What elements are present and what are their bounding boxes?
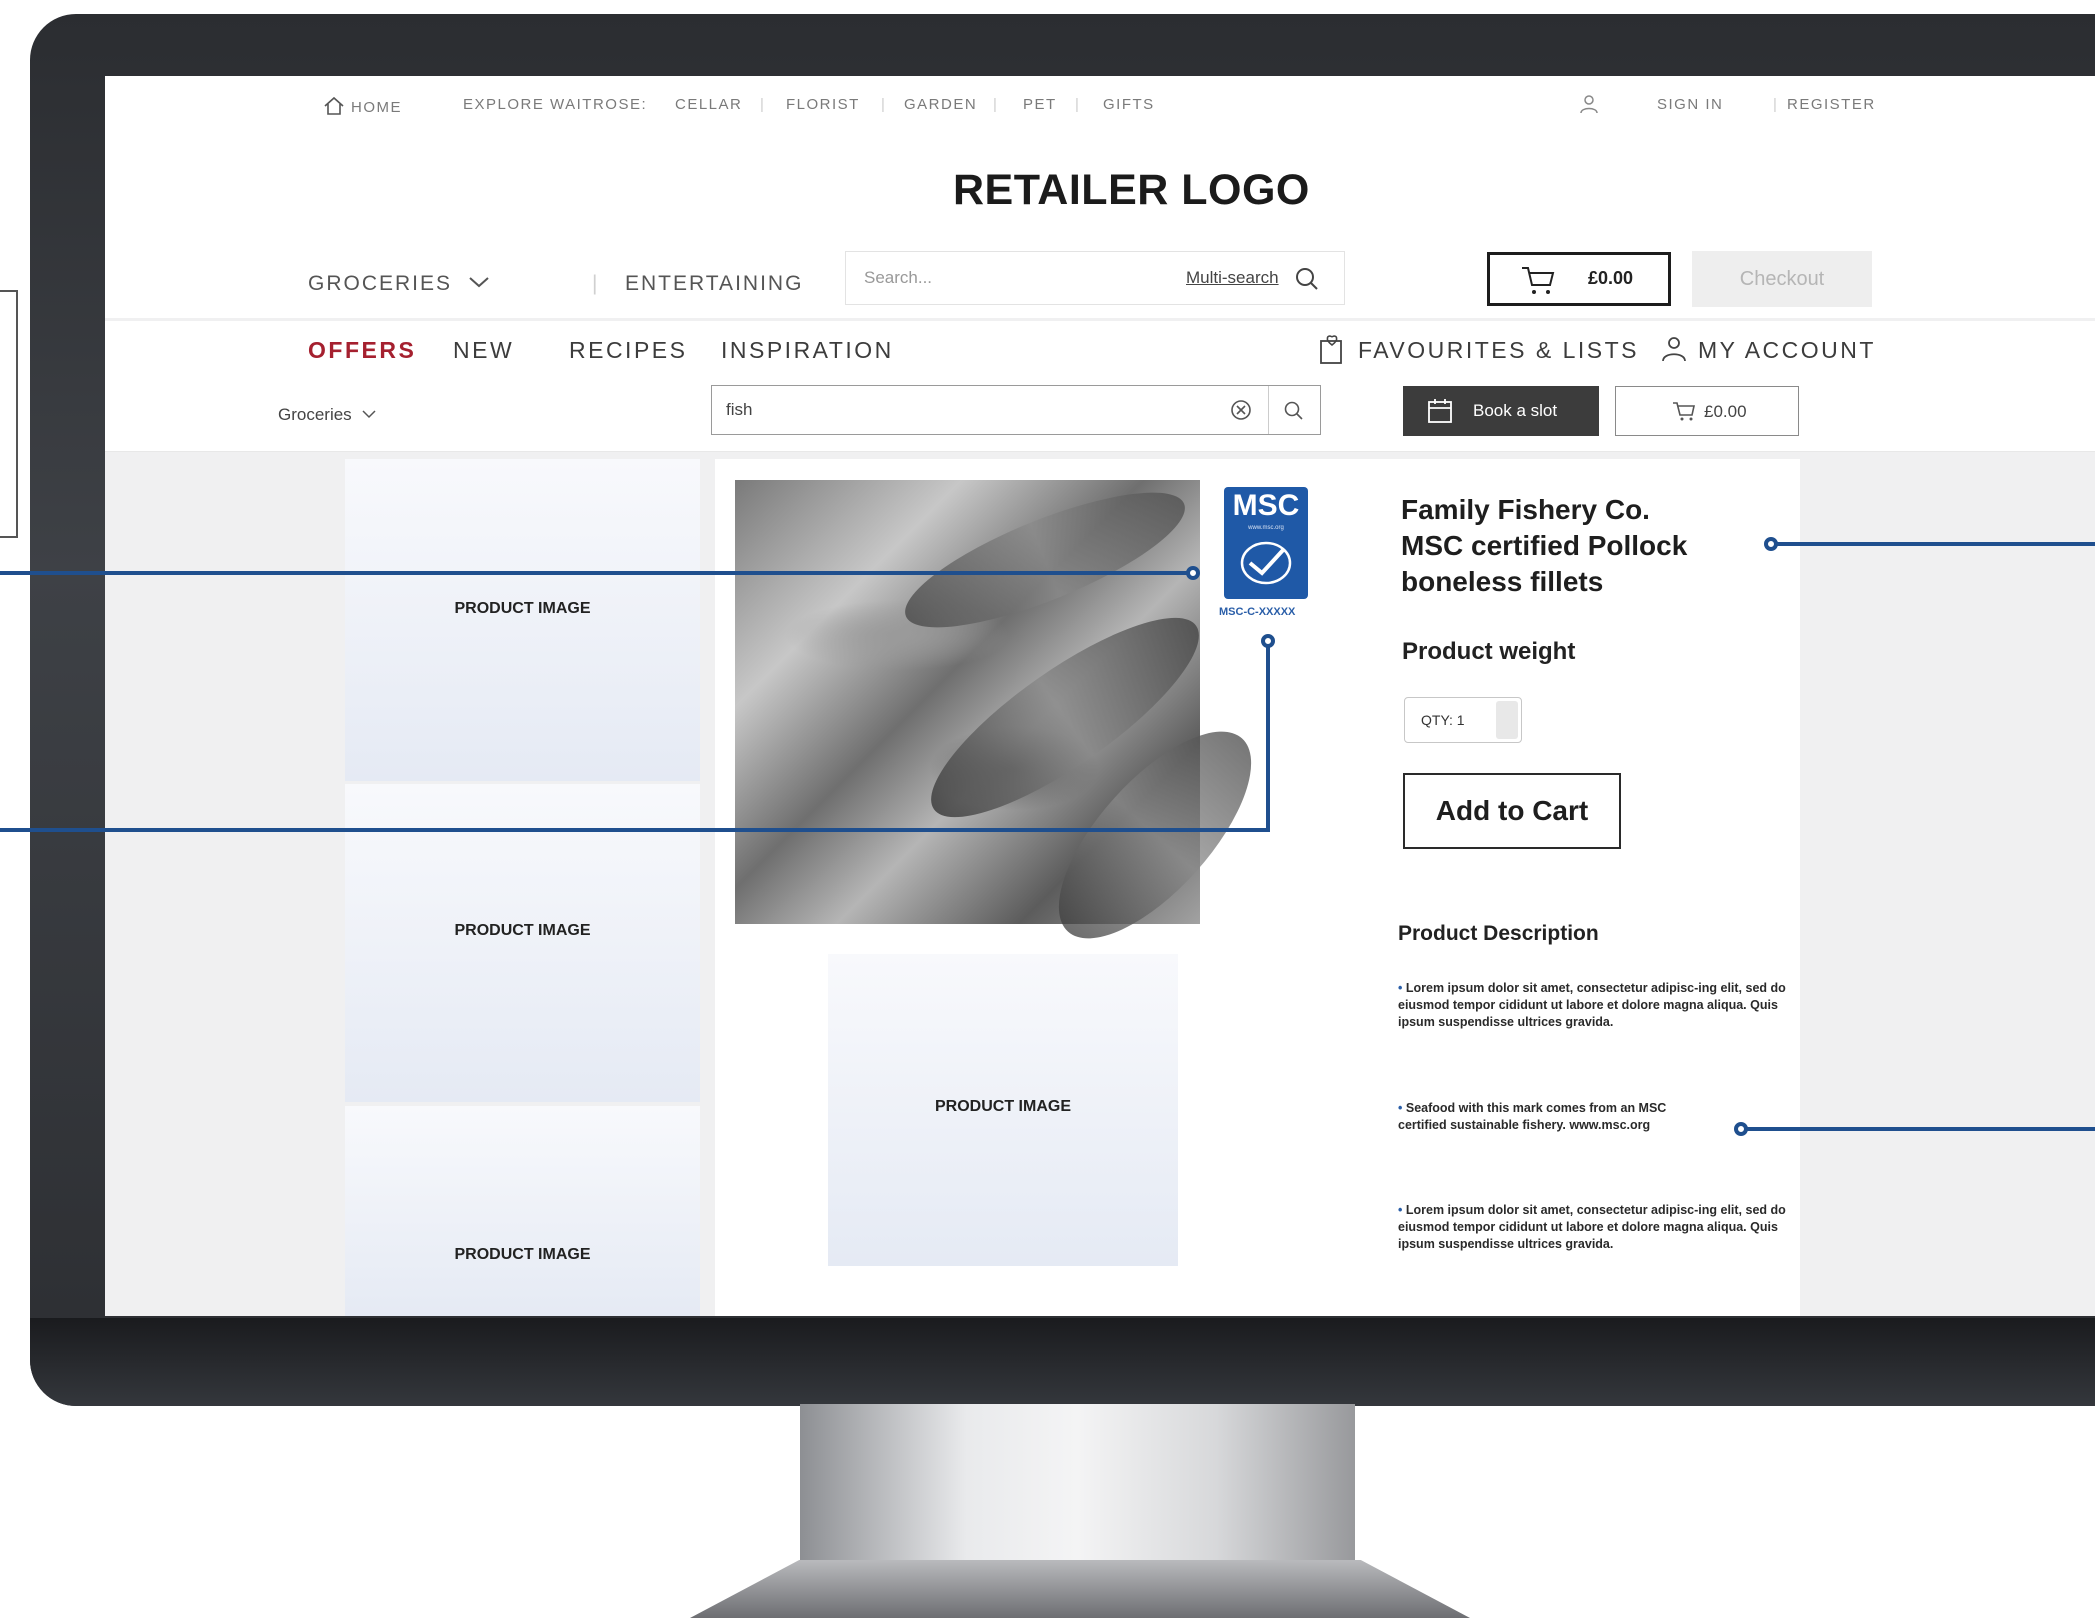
- callout-line-product-title: [1774, 542, 2095, 546]
- product-search[interactable]: fish: [711, 385, 1321, 435]
- monitor-chin: [30, 1318, 2095, 1406]
- callout-line-msc-claim: [1746, 1127, 2095, 1131]
- quantity-value: QTY: 1: [1421, 712, 1465, 728]
- callout-line-msc-logo: [0, 571, 1195, 575]
- retailer-logo[interactable]: RETAILER LOGO: [953, 166, 1310, 215]
- msc-checkmark-icon: [1240, 541, 1292, 585]
- explore-label: EXPLORE WAITROSE:: [463, 96, 648, 113]
- description-bullet: • Seafood with this mark comes from an M…: [1398, 1101, 1667, 1132]
- groceries-menu[interactable]: GROCERIES: [308, 272, 490, 296]
- util-link-florist[interactable]: FLORIST: [786, 96, 860, 113]
- home-icon: [324, 96, 344, 115]
- msc-logo-text: MSC: [1232, 489, 1300, 522]
- search-icon[interactable]: [1282, 399, 1304, 421]
- left-callout-frame: [0, 290, 18, 538]
- util-link-cellar[interactable]: CELLAR: [675, 96, 742, 113]
- util-link-pet[interactable]: PET: [1023, 96, 1057, 113]
- divider: |: [760, 96, 766, 113]
- product-weight-label: Product weight: [1402, 638, 1576, 665]
- product-image-placeholder[interactable]: PRODUCT IMAGE: [345, 459, 700, 781]
- nav-favourites[interactable]: FAVOURITES & LISTS: [1358, 337, 1639, 364]
- product-description-heading: Product Description: [1398, 922, 1599, 945]
- nav-inspiration[interactable]: INSPIRATION: [721, 337, 894, 364]
- divider: |: [993, 96, 999, 113]
- search-icon[interactable]: [1294, 266, 1320, 292]
- search-input[interactable]: Search...: [864, 268, 932, 288]
- callout-marker: [1186, 566, 1200, 580]
- callout-marker: [1764, 537, 1778, 551]
- chevron-down-icon: [362, 410, 376, 419]
- chevron-down-icon: [469, 277, 489, 288]
- callout-line-msc-code: [1266, 642, 1270, 832]
- nav-offers[interactable]: OFFERS: [308, 337, 416, 364]
- bullet-dot: •: [1398, 1101, 1406, 1115]
- product-main-image[interactable]: [735, 466, 1283, 969]
- user-icon: [1580, 95, 1598, 114]
- sub-nav: OFFERS NEW RECIPES INSPIRATION FAVOURITE…: [105, 321, 2095, 383]
- msc-url: www.msc.org: [1248, 525, 1284, 531]
- monitor-stand-foot: [690, 1560, 1470, 1618]
- book-slot-button[interactable]: Book a slot: [1403, 386, 1599, 436]
- description-bullet: • Lorem ipsum dolor sit amet, consectetu…: [1398, 981, 1786, 1029]
- mini-cart-button[interactable]: £0.00: [1615, 386, 1799, 436]
- category-select[interactable]: Groceries: [278, 405, 376, 425]
- cart-icon: [1673, 402, 1695, 421]
- header-search[interactable]: Search... Multi-search: [845, 251, 1345, 305]
- callout-line-msc-code: [0, 828, 1270, 832]
- util-link-garden[interactable]: GARDEN: [904, 96, 977, 113]
- quantity-spinner[interactable]: [1496, 701, 1518, 739]
- favourites-icon: [1320, 335, 1342, 364]
- quantity-stepper[interactable]: QTY: 1: [1404, 697, 1522, 743]
- calendar-icon: [1428, 399, 1452, 423]
- add-to-cart-button[interactable]: Add to Cart: [1403, 773, 1621, 849]
- home-link[interactable]: HOME: [323, 96, 402, 116]
- nav-new[interactable]: NEW: [453, 337, 514, 364]
- divider: |: [1773, 96, 1779, 113]
- divider: |: [1075, 96, 1081, 113]
- callout-marker: [1734, 1122, 1748, 1136]
- divider: |: [881, 96, 887, 113]
- nav-recipes[interactable]: RECIPES: [569, 337, 687, 364]
- search-input[interactable]: fish: [726, 400, 752, 420]
- product-image-placeholder[interactable]: PRODUCT IMAGE: [828, 954, 1178, 1266]
- utility-bar: HOME EXPLORE WAITROSE: CELLAR | FLORIST …: [105, 76, 2095, 136]
- bullet-dot: •: [1398, 981, 1406, 995]
- register-link[interactable]: REGISTER: [1787, 96, 1876, 113]
- multi-search-link[interactable]: Multi-search: [1186, 268, 1279, 288]
- bullet-dot: •: [1398, 1203, 1406, 1217]
- book-slot-label: Book a slot: [1473, 401, 1558, 420]
- cart-total: £0.00: [1588, 268, 1634, 288]
- product-image-placeholder[interactable]: PRODUCT IMAGE: [345, 1106, 700, 1316]
- clear-icon[interactable]: [1230, 399, 1252, 421]
- util-link-gifts[interactable]: GIFTS: [1103, 96, 1155, 113]
- account-icon: [1662, 337, 1686, 362]
- entertaining-link[interactable]: ENTERTAINING: [625, 272, 803, 296]
- divider: |: [592, 272, 600, 295]
- sign-in-link[interactable]: SIGN IN: [1657, 96, 1723, 113]
- msc-ecolabel[interactable]: MSC www.msc.org: [1224, 487, 1308, 599]
- product-title: Family Fishery Co. MSC certified Pollock…: [1401, 494, 1688, 597]
- header-cart[interactable]: £0.00: [1487, 252, 1671, 306]
- cart-icon: [1522, 267, 1555, 294]
- msc-code: MSC-C-XXXXX: [1219, 606, 1296, 618]
- nav-my-account[interactable]: MY ACCOUNT: [1698, 337, 1876, 364]
- logo-area: RETAILER LOGO: [105, 136, 2095, 226]
- callout-marker: [1261, 634, 1275, 648]
- checkout-button[interactable]: Checkout: [1692, 251, 1872, 307]
- description-bullet: • Lorem ipsum dolor sit amet, consectetu…: [1398, 1203, 1786, 1251]
- divider: [1268, 386, 1269, 434]
- mini-cart-total: £0.00: [1704, 402, 1747, 421]
